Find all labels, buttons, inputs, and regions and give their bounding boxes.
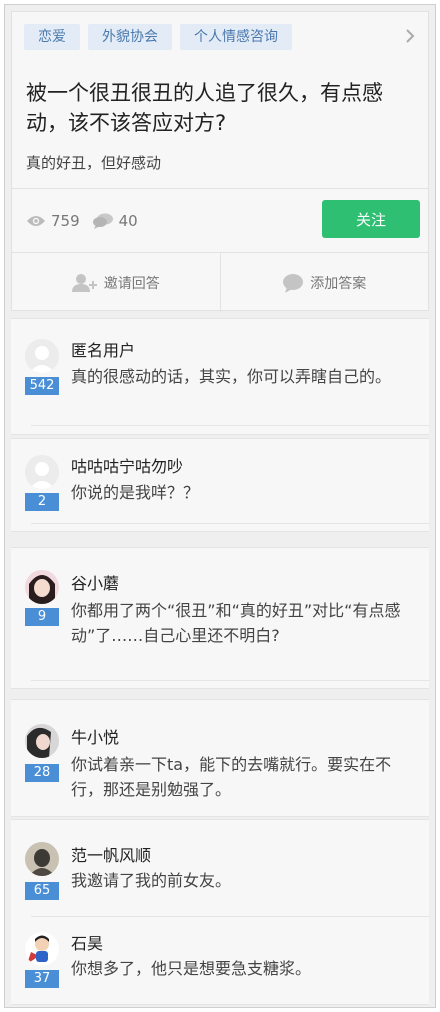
question-stats: 759 40 (26, 212, 150, 230)
view-count: 759 (51, 212, 80, 230)
app-frame: 恋爱 外貌协会 个人情感咨询 被一个很丑很丑的人追了很久，有点感动，该不该答应对… (4, 4, 436, 1008)
user-photo-icon (25, 842, 59, 876)
question-description: 真的好丑，但好感动 (26, 154, 162, 172)
answer-text[interactable]: 你试着亲一下ta，能下的去嘴就行。要实在不行，那还是别勉强了。 (71, 752, 416, 802)
tag-romance[interactable]: 恋爱 (24, 24, 80, 50)
tag-list: 恋爱 外貌协会 个人情感咨询 (24, 24, 292, 50)
divider (31, 680, 429, 681)
avatar[interactable] (25, 932, 59, 966)
tag-appearance[interactable]: 外貌协会 (88, 24, 172, 50)
answer-card[interactable]: 65 范一帆风顺 我邀请了我的前女友。 37 石昊 你想多了，他只是想要急支糖浆… (11, 819, 429, 1005)
avatar[interactable] (25, 724, 59, 758)
author-name[interactable]: 谷小蘑 (71, 570, 119, 594)
tag-consulting[interactable]: 个人情感咨询 (180, 24, 292, 50)
question-card: 恋爱 外貌协会 个人情感咨询 被一个很丑很丑的人追了很久，有点感动，该不该答应对… (11, 11, 429, 312)
invite-answer-button[interactable]: 邀请回答 (12, 253, 220, 312)
superhero-avatar-icon (25, 932, 59, 966)
divider (31, 916, 429, 917)
user-photo-icon (25, 570, 59, 604)
question-actions: 邀请回答 添加答案 (12, 252, 428, 312)
divider (12, 188, 428, 189)
answer-card[interactable]: 9 谷小蘑 你都用了两个“很丑”和“真的好丑”对比“有点感动”了……自己心里还不… (11, 547, 429, 689)
avatar[interactable] (25, 842, 59, 876)
comment-count[interactable]: 40 (119, 212, 138, 230)
answer-card[interactable]: 28 牛小悦 你试着亲一下ta，能下的去嘴就行。要实在不行，那还是别勉强了。 (11, 699, 429, 817)
vote-badge: 65 (25, 882, 59, 900)
author-name[interactable]: 石昊 (71, 930, 103, 954)
add-answer-label: 添加答案 (310, 275, 367, 292)
divider (31, 425, 429, 426)
speech-bubble-icon (283, 273, 304, 293)
answer-text[interactable]: 真的很感动的话，其实，你可以弄瞎自己的。 (71, 364, 416, 389)
default-avatar-icon (25, 339, 59, 373)
avatar[interactable] (25, 455, 59, 489)
answer-text[interactable]: 你都用了两个“很丑”和“真的好丑”对比“有点感动”了……自己心里还不明白? (71, 598, 416, 648)
answer-card[interactable]: 542 匿名用户 真的很感动的话，其实，你可以弄瞎自己的。 (11, 318, 429, 435)
divider (31, 523, 429, 524)
author-name[interactable]: 范一帆风顺 (71, 842, 151, 866)
comments-icon (92, 213, 113, 229)
invite-user-icon (71, 273, 97, 292)
author-name[interactable]: 咕咕咕宁咕勿吵 (71, 453, 183, 477)
vote-badge: 9 (25, 608, 59, 626)
answer-text[interactable]: 你想多了，他只是想要急支糖浆。 (71, 956, 416, 981)
author-name[interactable]: 牛小悦 (71, 724, 119, 748)
default-avatar-icon (25, 455, 59, 489)
vote-badge: 2 (25, 493, 59, 511)
invite-answer-label: 邀请回答 (103, 275, 160, 292)
answer-card[interactable]: 2 咕咕咕宁咕勿吵 你说的是我咩？？ (11, 438, 429, 532)
author-name[interactable]: 匿名用户 (71, 337, 135, 361)
add-answer-button[interactable]: 添加答案 (219, 253, 429, 312)
eye-icon (27, 216, 45, 226)
user-photo-icon (25, 724, 59, 758)
avatar[interactable] (25, 570, 59, 604)
chevron-right-icon[interactable] (402, 28, 418, 44)
vote-badge: 542 (25, 377, 59, 395)
vote-badge: 37 (25, 970, 59, 988)
answer-text[interactable]: 你说的是我咩？？ (71, 480, 416, 505)
answer-text[interactable]: 我邀请了我的前女友。 (71, 868, 416, 893)
follow-button[interactable]: 关注 (322, 200, 420, 238)
avatar[interactable] (25, 339, 59, 373)
question-title: 被一个很丑很丑的人追了很久，有点感动，该不该答应对方? (26, 81, 383, 135)
vote-badge: 28 (25, 764, 59, 782)
